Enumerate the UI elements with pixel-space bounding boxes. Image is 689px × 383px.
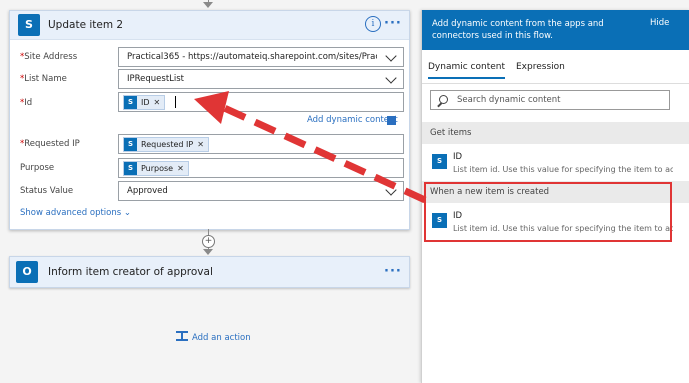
site-address-label: *Site Address — [20, 52, 78, 62]
tabs-divider — [422, 83, 689, 84]
more-options-icon[interactable]: ··· — [384, 264, 402, 279]
requested-ip-token[interactable]: S Requested IP ✕ — [123, 137, 209, 152]
tab-expression[interactable]: Expression — [516, 62, 565, 72]
chevron-down-icon[interactable] — [385, 184, 397, 196]
info-icon[interactable]: i — [365, 16, 381, 32]
panel-tabs: Dynamic content Expression — [422, 50, 689, 84]
purpose-label: Purpose — [20, 163, 55, 173]
id-token[interactable]: S ID ✕ — [123, 95, 166, 110]
chevron-down-icon[interactable] — [385, 72, 397, 84]
sharepoint-icon: S — [124, 138, 137, 151]
requested-ip-label: *Requested IP — [20, 139, 80, 149]
chevron-down-icon: ⌄ — [123, 208, 132, 218]
update-item-card: S Update item 2 i ··· *Site Address Prac… — [9, 10, 410, 230]
add-action-icon[interactable] — [176, 331, 188, 341]
show-advanced-options-link[interactable]: Show advanced options ⌄ — [20, 208, 131, 218]
list-name-label: *List Name — [20, 74, 67, 84]
id-label: *Id — [20, 98, 33, 108]
panel-header: Add dynamic content from the apps and co… — [422, 10, 689, 50]
requested-ip-field[interactable]: S Requested IP ✕ — [118, 134, 404, 154]
item-name: ID — [453, 152, 463, 162]
search-placeholder: Search dynamic content — [457, 95, 561, 105]
site-address-value: Practical365 - https://automateiq.sharep… — [127, 52, 377, 62]
status-value-field[interactable]: Approved — [118, 181, 404, 201]
hide-button[interactable]: Hide — [650, 18, 669, 28]
id-field[interactable]: S ID ✕ — [118, 92, 404, 112]
more-options-icon[interactable]: ··· — [384, 16, 402, 31]
list-name-field[interactable]: IPRequestList — [118, 69, 404, 89]
insert-step-icon[interactable]: + — [202, 235, 215, 248]
purpose-token[interactable]: S Purpose ✕ — [123, 161, 189, 176]
panel-description: Add dynamic content from the apps and co… — [432, 19, 604, 41]
item-description: List item id. Use this value for specify… — [453, 165, 673, 174]
remove-token-icon[interactable]: ✕ — [177, 164, 184, 173]
connector-arrow-top — [203, 2, 213, 8]
search-input[interactable]: Search dynamic content — [430, 90, 670, 110]
remove-token-icon[interactable]: ✕ — [197, 140, 204, 149]
connector-arrow-middle — [203, 249, 213, 255]
card-title: Update item 2 — [48, 19, 124, 31]
chevron-down-icon[interactable] — [385, 50, 397, 62]
remove-token-icon[interactable]: ✕ — [154, 98, 161, 107]
sharepoint-icon: S — [124, 162, 137, 175]
purpose-field[interactable]: S Purpose ✕ — [118, 158, 404, 178]
add-dynamic-content-link[interactable]: Add dynamic content — [307, 115, 398, 125]
tab-dynamic-content[interactable]: Dynamic content — [428, 62, 506, 79]
card-title: Inform item creator of approval — [48, 266, 213, 278]
inform-approval-card[interactable]: O Inform item creator of approval ··· — [9, 256, 410, 288]
list-name-value: IPRequestList — [127, 74, 185, 84]
status-value-label: Status Value — [20, 186, 74, 196]
dynamic-content-icon[interactable] — [387, 116, 396, 125]
status-value: Approved — [127, 186, 168, 196]
list-item[interactable]: S ID List item id. Use this value for sp… — [422, 146, 689, 182]
section-header-get-items: Get items — [422, 122, 689, 144]
card-header[interactable]: S Update item 2 i ··· — [10, 11, 409, 40]
add-action-link[interactable]: Add an action — [192, 333, 251, 343]
sharepoint-icon: S — [124, 96, 137, 109]
sharepoint-icon: S — [432, 154, 447, 169]
outlook-icon: O — [16, 261, 38, 283]
highlight-box — [424, 182, 672, 242]
site-address-field[interactable]: Practical365 - https://automateiq.sharep… — [118, 47, 404, 67]
text-cursor — [175, 96, 176, 108]
sharepoint-icon: S — [18, 14, 40, 36]
search-icon-handle — [437, 102, 442, 108]
